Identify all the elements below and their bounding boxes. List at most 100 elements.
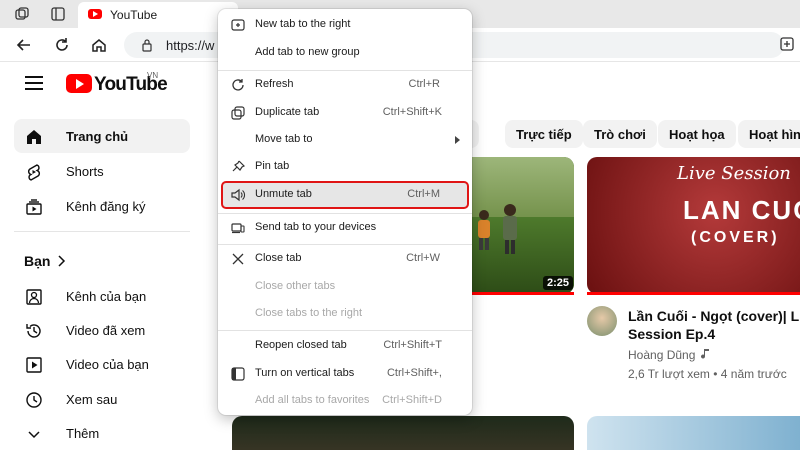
sidebar-item-history[interactable]: Video đã xem <box>14 313 190 347</box>
menu-item-send-tab[interactable]: Send tab to your devices <box>222 215 468 241</box>
workspaces-icon[interactable] <box>14 6 30 22</box>
tab-youtube[interactable]: YouTube <box>78 2 238 28</box>
menu-item-label: Reopen closed tab <box>255 339 347 351</box>
music-note-icon <box>701 349 709 359</box>
sidebar-item-more[interactable]: Thêm <box>14 416 190 450</box>
home-icon <box>27 130 41 144</box>
refresh-icon <box>232 79 244 91</box>
your-videos-icon <box>26 357 42 373</box>
menu-icon[interactable] <box>25 76 43 90</box>
thumbnail-text: LAN CUO <box>683 195 800 225</box>
menu-item-label: Refresh <box>255 78 294 90</box>
channel-name[interactable]: Hoàng Dũng <box>628 348 695 362</box>
menu-separator <box>218 330 472 331</box>
menu-item-vertical-tabs[interactable]: Turn on vertical tabs Ctrl+Shift+, <box>222 361 468 387</box>
menu-item-label: Close other tabs <box>255 280 336 292</box>
menu-separator <box>218 70 472 71</box>
chip[interactable]: Hoạt hình <box>738 120 800 148</box>
tab-context-menu: New tab to the right Add tab to new grou… <box>218 9 472 415</box>
menu-item-shortcut: Ctrl+Shift+D <box>382 394 442 406</box>
menu-item-label: Duplicate tab <box>255 106 320 118</box>
back-arrow-icon[interactable] <box>15 36 33 54</box>
menu-item-shortcut: Ctrl+R <box>408 78 440 90</box>
chip[interactable]: Trực tiếp <box>505 120 583 148</box>
region-code: VN <box>147 71 159 80</box>
sidebar-item-shorts[interactable]: Shorts <box>14 154 190 188</box>
menu-item-reopen-closed-tab[interactable]: Reopen closed tab Ctrl+Shift+T <box>222 333 468 359</box>
shorts-icon <box>28 164 40 181</box>
menu-item-close-other-tabs[interactable]: Close other tabs <box>222 274 468 300</box>
youtube-logo-icon[interactable] <box>66 74 92 93</box>
menu-separator <box>218 213 472 214</box>
sidebar-item-label: Video của bạn <box>66 357 149 372</box>
menu-item-label: New tab to the right <box>255 18 351 30</box>
menu-item-new-tab-right[interactable]: New tab to the right <box>222 12 468 38</box>
video-title-continued[interactable]: Session Ep.4 <box>628 326 715 342</box>
menu-item-pin-tab[interactable]: Pin tab <box>222 154 468 180</box>
vertical-tabs-icon <box>231 367 245 381</box>
video-thumbnail[interactable] <box>232 416 574 450</box>
watch-later-icon <box>26 392 42 408</box>
url-text: https://w <box>166 38 215 53</box>
sidebar-item-home[interactable]: Trang chủ <box>14 119 190 153</box>
sidebar-item-label: Thêm <box>66 426 100 441</box>
lock-icon[interactable] <box>140 38 154 52</box>
menu-item-label: Move tab to <box>255 133 313 145</box>
sidebar-item-label: Trang chủ <box>66 129 129 144</box>
video-metadata: 2,6 Tr lượt xem • 4 năm trước <box>628 367 787 381</box>
menu-item-move-tab[interactable]: Move tab to <box>222 127 468 153</box>
sidebar-item-subscriptions[interactable]: Kênh đăng ký <box>14 189 190 223</box>
add-favorite-icon[interactable] <box>778 35 796 53</box>
menu-item-label: Close tab <box>255 252 302 264</box>
devices-icon <box>231 223 245 234</box>
menu-item-refresh[interactable]: Refresh Ctrl+R <box>222 72 468 98</box>
sidebar-item-watch-later[interactable]: Xem sau <box>14 382 190 416</box>
menu-item-shortcut: Ctrl+Shift+T <box>383 339 442 351</box>
menu-item-label: Pin tab <box>255 160 290 172</box>
thumbnail-text: (COVER) <box>691 229 780 246</box>
chip[interactable]: Hoạt họa <box>658 120 736 148</box>
chevron-right-icon[interactable] <box>57 254 67 268</box>
menu-item-label: Send tab to your devices <box>255 221 377 233</box>
history-icon <box>26 324 41 338</box>
video-thumbnail[interactable] <box>587 416 800 450</box>
channel-avatar[interactable] <box>587 306 617 336</box>
duplicate-icon <box>231 106 245 120</box>
menu-item-shortcut: Ctrl+Shift+K <box>382 106 442 118</box>
menu-item-label: Add tab to new group <box>255 46 360 58</box>
menu-item-add-to-group[interactable]: Add tab to new group <box>222 40 468 66</box>
watch-progress-bar <box>472 292 574 295</box>
chip[interactable]: Trò chơi <box>583 120 657 148</box>
chevron-down-icon <box>28 431 40 439</box>
menu-item-label: Unmute tab <box>255 188 312 200</box>
sidebar-item-label: Video đã xem <box>66 323 146 338</box>
video-thumbnail[interactable]: Live Session LAN CUO (COVER) <box>587 157 800 294</box>
sidebar-item-label: Kênh của bạn <box>66 289 147 304</box>
video-title[interactable]: Lần Cuối - Ngọt (cover)| Live <box>628 307 800 326</box>
menu-item-label: Close tabs to the right <box>255 307 363 319</box>
sidebar-item-label: Shorts <box>66 164 104 179</box>
menu-item-add-all-favorites[interactable]: Add all tabs to favorites Ctrl+Shift+D <box>222 388 468 414</box>
video-duration: 2:25 <box>543 276 574 290</box>
home-icon[interactable] <box>90 36 108 54</box>
new-tab-icon <box>231 19 245 31</box>
sidebar-item-your-channel[interactable]: Kênh của bạn <box>14 279 190 313</box>
you-section-heading[interactable]: Bạn <box>24 253 50 269</box>
youtube-sidebar: Trang chủ Shorts Kênh đăng ký Bạn Kênh c… <box>0 108 200 450</box>
menu-separator <box>218 244 472 245</box>
sidebar-item-label: Xem sau <box>66 392 118 407</box>
your-channel-icon <box>26 289 42 305</box>
menu-item-duplicate[interactable]: Duplicate tab Ctrl+Shift+K <box>222 100 468 126</box>
subscriptions-icon <box>26 199 42 215</box>
sidebar-item-your-videos[interactable]: Video của bạn <box>14 347 190 381</box>
menu-item-shortcut: Ctrl+M <box>407 188 440 200</box>
tab-title: YouTube <box>110 8 158 22</box>
tab-actions-icon[interactable] <box>50 6 66 22</box>
refresh-icon[interactable] <box>53 36 71 54</box>
menu-item-unmute-tab[interactable]: Unmute tab Ctrl+M <box>221 181 469 209</box>
menu-item-shortcut: Ctrl+W <box>406 252 440 264</box>
menu-item-close-tab[interactable]: Close tab Ctrl+W <box>222 246 468 272</box>
close-icon <box>232 253 244 265</box>
menu-item-close-tabs-right[interactable]: Close tabs to the right <box>222 301 468 327</box>
speaker-icon <box>231 188 245 202</box>
